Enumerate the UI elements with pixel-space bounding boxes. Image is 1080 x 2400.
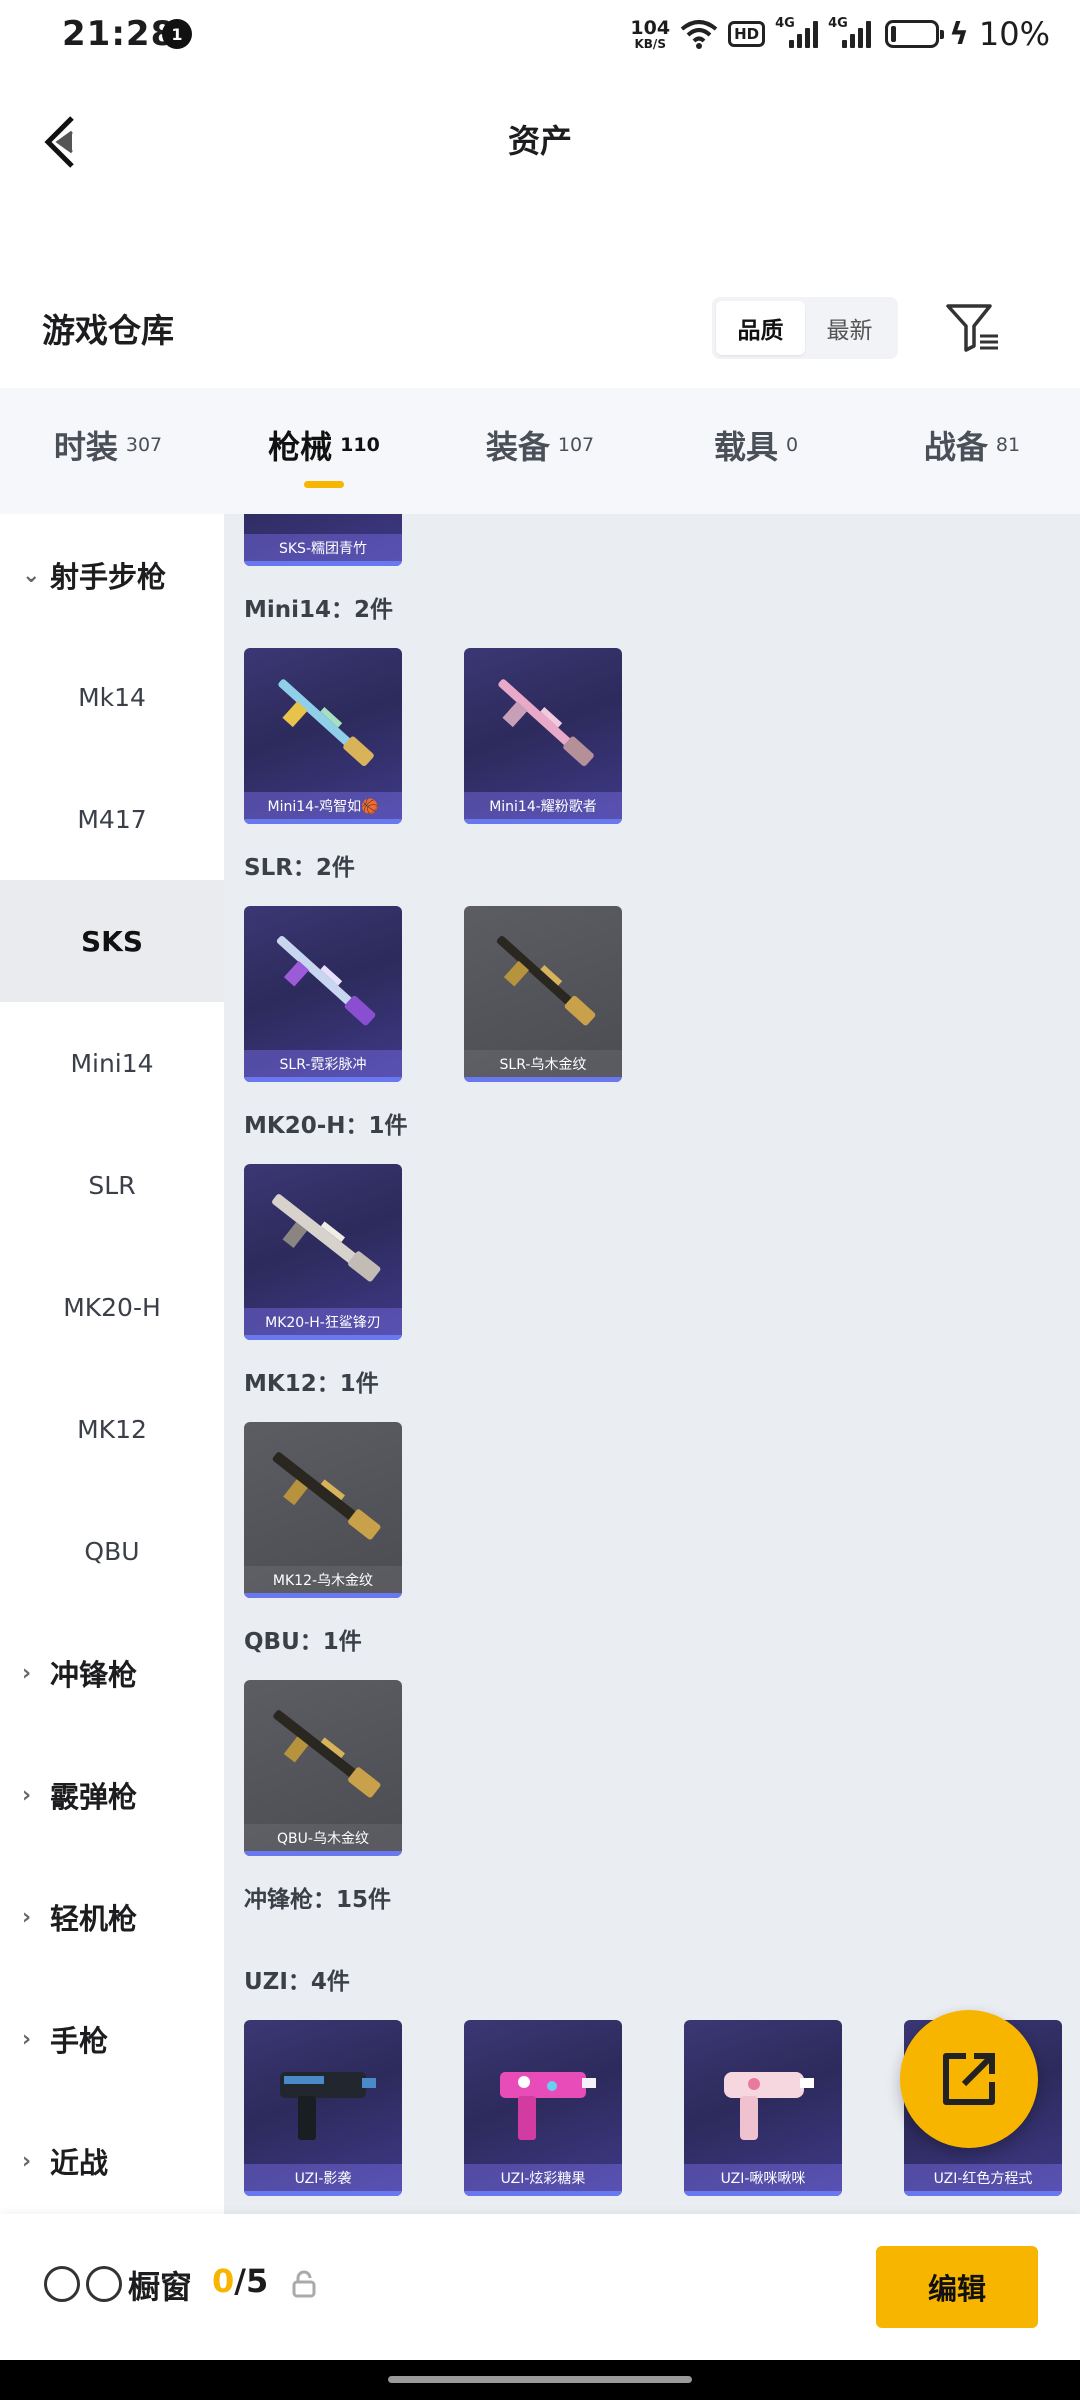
- weapon-card[interactable]: MK20-H-狂鲨锋刃: [244, 1164, 402, 1340]
- filter-button[interactable]: [944, 300, 1002, 354]
- system-nav-bar: [0, 2360, 1080, 2400]
- rifle-icon: [273, 1710, 381, 1798]
- charging-icon: ϟ: [949, 16, 969, 52]
- tab-outfits[interactable]: 时装 307: [0, 388, 216, 514]
- section-title: 游戏仓库: [42, 311, 174, 350]
- sidebar-category-pistol[interactable]: › 手枪: [0, 1978, 224, 2100]
- battery-icon: [885, 20, 945, 48]
- sidebar-category-melee[interactable]: › 近战: [0, 2100, 224, 2222]
- network-speed: 104 KB/S: [630, 16, 671, 51]
- weapon-grid: SKS-糯团青竹 Mini14：2件 Mini14-鸡智如🏀 Mini14-耀粉…: [224, 514, 1080, 2214]
- sidebar-item-mk12[interactable]: MK12: [0, 1368, 224, 1490]
- group-label: QBU：1件: [244, 1629, 362, 1655]
- notification-badge: 1: [162, 19, 192, 49]
- external-link-icon: [943, 2053, 995, 2105]
- status-icons: 104 KB/S HD 4G 4G ϟ 10%: [630, 14, 1050, 54]
- share-button[interactable]: [900, 2010, 1038, 2148]
- chevron-right-icon: ›: [22, 1782, 32, 1808]
- sidebar-item-mk14[interactable]: Mk14: [0, 636, 224, 758]
- rifle-icon: [276, 935, 376, 1026]
- sidebar-item-slr[interactable]: SLR: [0, 1124, 224, 1246]
- sidebar-category-lmg[interactable]: › 轻机枪: [0, 1856, 224, 1978]
- battery-percent: 10%: [978, 15, 1050, 53]
- smg-icon: [280, 2072, 376, 2140]
- hd-icon: HD: [728, 21, 766, 47]
- group-label: UZI：4件: [244, 1969, 350, 1995]
- group-label: SLR：2件: [244, 855, 355, 881]
- chevron-right-icon: ›: [22, 2026, 32, 2052]
- edit-button[interactable]: 编辑: [876, 2246, 1038, 2328]
- smg-icon: [500, 2072, 596, 2140]
- rifle-icon: [272, 1452, 381, 1540]
- tab-weapons[interactable]: 枪械 110: [216, 388, 432, 514]
- signal-icon-2: 4G: [828, 16, 872, 48]
- weapon-card[interactable]: Mini14-鸡智如🏀: [244, 648, 402, 824]
- rifle-icon: [496, 935, 596, 1026]
- weapon-card[interactable]: QBU-乌木金纹: [244, 1680, 402, 1856]
- sidebar-item-m417[interactable]: M417: [0, 758, 224, 880]
- sidebar-item-mk20h[interactable]: MK20-H: [0, 1246, 224, 1368]
- sidebar-item-mini14[interactable]: Mini14: [0, 1002, 224, 1124]
- chevron-right-icon: ›: [22, 1904, 32, 1930]
- signal-icon: 4G: [775, 16, 819, 48]
- sticker-icon: [86, 2266, 122, 2302]
- weapon-card[interactable]: UZI-炫彩糖果: [464, 2020, 622, 2196]
- chevron-right-icon: ›: [22, 2148, 32, 2174]
- category-tabs: 时装 307 枪械 110 装备 107 载具 0 战备 81: [0, 388, 1080, 514]
- sidebar-category-marksman[interactable]: ⌄ 射手步枪: [0, 514, 224, 636]
- sidebar-category-smg[interactable]: › 冲锋枪: [0, 1612, 224, 1734]
- weapon-card[interactable]: SLR-霓彩脉冲: [244, 906, 402, 1082]
- sidebar-category-shotgun[interactable]: › 霰弹枪: [0, 1734, 224, 1856]
- bottom-bar: 橱窗 0/5 编辑: [0, 2214, 1080, 2360]
- page-title: 资产: [507, 122, 572, 160]
- home-indicator[interactable]: [388, 2376, 692, 2383]
- status-bar: 21:28 1 104 KB/S HD 4G 4G ϟ 10%: [0, 0, 1080, 70]
- smg-icon: [724, 2072, 814, 2140]
- group-label: Mini14：2件: [244, 597, 394, 623]
- sort-quality-button[interactable]: 品质: [716, 301, 805, 355]
- weapon-card[interactable]: SKS-糯团青竹: [244, 514, 402, 566]
- weapon-card[interactable]: Mini14-耀粉歌者: [464, 648, 622, 824]
- sidebar-item-qbu[interactable]: QBU: [0, 1490, 224, 1612]
- sort-toggle: 品质 最新: [712, 297, 898, 359]
- showcase-label: 橱窗: [128, 2268, 193, 2306]
- sort-newest-button[interactable]: 最新: [805, 301, 894, 355]
- weapon-card[interactable]: UZI-影袭: [244, 2020, 402, 2196]
- group-label: MK20-H：1件: [244, 1113, 408, 1139]
- tab-equipment[interactable]: 装备 107: [432, 388, 648, 514]
- tab-supplies[interactable]: 战备 81: [864, 388, 1080, 514]
- chevron-right-icon: ›: [22, 1660, 32, 1686]
- showcase-count: 0/5: [212, 2262, 269, 2300]
- tab-vehicles[interactable]: 载具 0: [648, 388, 864, 514]
- weapon-card[interactable]: MK12-乌木金纹: [244, 1422, 402, 1598]
- weapon-card[interactable]: SLR-乌木金纹: [464, 906, 622, 1082]
- weapon-type-sidebar: ⌄ 射手步枪 Mk14 M417 SKS Mini14 SLR MK20-H M…: [0, 514, 224, 2214]
- weapon-card[interactable]: UZI-啾咪啾咪: [684, 2020, 842, 2196]
- filter-icon: [946, 304, 998, 352]
- sticker-icon: [44, 2266, 80, 2302]
- wifi-icon: [680, 20, 718, 49]
- clock: 21:28: [62, 14, 176, 54]
- rifle-icon: [272, 1194, 381, 1282]
- group-label: 冲锋枪：15件: [244, 1887, 392, 1913]
- sidebar-item-sks[interactable]: SKS: [0, 880, 224, 1002]
- lock-icon: [292, 2270, 316, 2298]
- chevron-down-icon: ⌄: [22, 562, 41, 588]
- rifle-icon: [278, 679, 374, 767]
- group-label: MK12：1件: [244, 1371, 379, 1397]
- rifle-icon: [498, 679, 594, 767]
